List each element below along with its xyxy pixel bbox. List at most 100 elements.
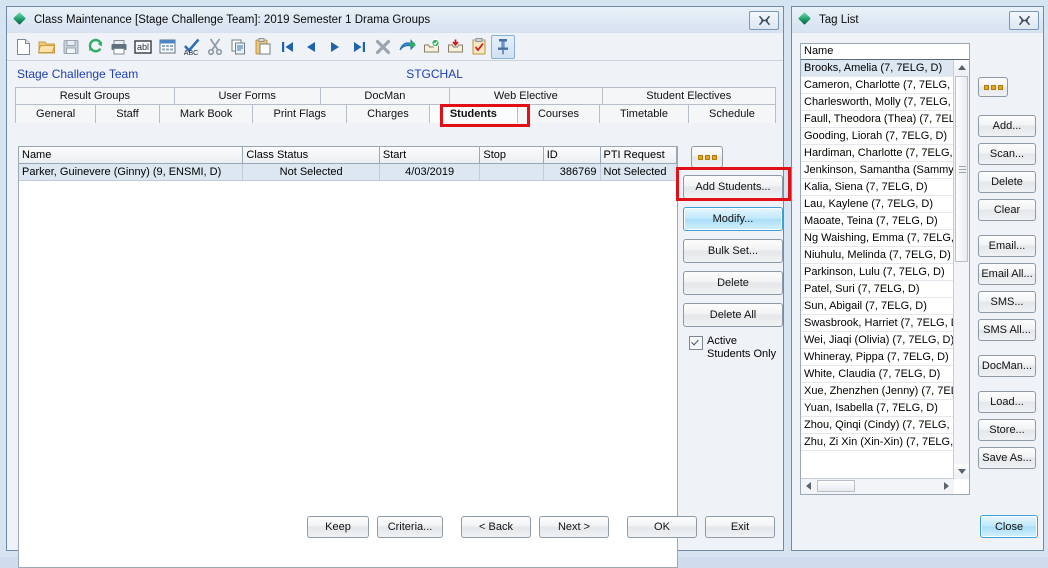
list-item[interactable]: Niuhulu, Melinda (7, 7ELG, D) — [801, 247, 969, 264]
tag-more-options-button[interactable] — [978, 77, 1008, 97]
tag-sms-button[interactable]: SMS... — [978, 291, 1036, 313]
label-icon[interactable]: abl — [131, 35, 155, 59]
list-item[interactable]: White, Claudia (7, 7ELG, D) — [801, 366, 969, 383]
tag-delete-button[interactable]: Delete — [978, 171, 1036, 193]
list-item[interactable]: Sun, Abigail (7, 7ELG, D) — [801, 298, 969, 315]
tab-schedule[interactable]: Schedule — [687, 104, 776, 123]
tag-store-button[interactable]: Store... — [978, 419, 1036, 441]
delete-button[interactable]: Delete — [683, 271, 783, 295]
tab-upper-web-elective[interactable]: Web Elective — [449, 87, 603, 104]
tag-add-button[interactable]: Add... — [978, 115, 1036, 137]
pin-icon[interactable] — [491, 34, 515, 59]
tag-docman-button[interactable]: DocMan... — [978, 355, 1036, 377]
column-header-class-status[interactable]: Class Status — [242, 147, 380, 164]
tab-staff[interactable]: Staff — [95, 104, 160, 123]
scroll-right-arrow-icon[interactable] — [939, 479, 954, 493]
list-item[interactable]: Swasbrook, Harriet (7, 7ELG, D) — [801, 315, 969, 332]
tab-upper-user-forms[interactable]: User Forms — [173, 87, 321, 104]
keep-button[interactable]: Keep — [307, 516, 369, 538]
delete-all-button[interactable]: Delete All — [683, 303, 783, 327]
list-item[interactable]: Gooding, Liorah (7, 7ELG, D) — [801, 128, 969, 145]
list-item[interactable]: Patel, Suri (7, 7ELG, D) — [801, 281, 969, 298]
report-icon[interactable] — [155, 35, 179, 59]
tag-list-horizontal-scrollbar[interactable] — [801, 478, 954, 494]
column-header-stop[interactable]: Stop — [479, 147, 544, 164]
list-item[interactable]: Zhu, Zi Xin (Xin-Xin) (7, 7ELG, D) — [801, 434, 969, 451]
tag-list-listbox[interactable]: Name Brooks, Amelia (7, 7ELG, D) Cameron,… — [800, 43, 970, 495]
tag-list-close-button[interactable] — [1009, 10, 1039, 30]
back-button[interactable]: < Back — [461, 516, 531, 538]
tag-scan-button[interactable]: Scan... — [978, 143, 1036, 165]
next-record-icon[interactable] — [323, 35, 347, 59]
tag-clear-button[interactable]: Clear — [978, 199, 1036, 221]
tab-mark-book[interactable]: Mark Book — [158, 104, 254, 123]
tag-list-vertical-scrollbar[interactable] — [953, 60, 969, 479]
scroll-down-arrow-icon[interactable] — [954, 464, 969, 479]
table-row[interactable]: Parker, Guinevere (Ginny) (9, ENSMI, D) N… — [19, 163, 677, 181]
list-item[interactable]: Hardiman, Charlotte (7, 7ELG, D) — [801, 145, 969, 162]
tag-list-close-action-button[interactable]: Close — [980, 515, 1038, 538]
tab-courses[interactable]: Courses — [516, 104, 600, 123]
list-item[interactable]: Whineray, Pippa (7, 7ELG, D) — [801, 349, 969, 366]
bulk-set-button[interactable]: Bulk Set... — [683, 239, 783, 263]
first-record-icon[interactable] — [275, 35, 299, 59]
spellcheck-icon[interactable]: ABC — [179, 35, 203, 59]
add-students-button[interactable]: Add Students... — [683, 175, 783, 199]
refresh-icon[interactable] — [83, 35, 107, 59]
list-item[interactable]: Brooks, Amelia (7, 7ELG, D) — [801, 60, 969, 77]
horizontal-scroll-thumb[interactable] — [817, 480, 855, 492]
list-item[interactable]: Xue, Zhenzhen (Jenny) (7, 7ELG, D) — [801, 383, 969, 400]
tab-students[interactable]: Students — [428, 104, 518, 123]
list-item[interactable]: Lau, Kaylene (7, 7ELG, D) — [801, 196, 969, 213]
print-icon[interactable] — [107, 35, 131, 59]
tag-load-button[interactable]: Load... — [978, 391, 1036, 413]
list-item[interactable]: Maoate, Teina (7, 7ELG, D) — [801, 213, 969, 230]
checklist-icon[interactable] — [467, 35, 491, 59]
list-item[interactable]: Faull, Theodora (Thea) (7, 7ELG, D) — [801, 111, 969, 128]
tag-email-all-button[interactable]: Email All... — [978, 263, 1036, 285]
list-item[interactable]: Yuan, Isabella (7, 7ELG, D) — [801, 400, 969, 417]
column-header-start[interactable]: Start — [379, 147, 481, 164]
save-icon[interactable] — [59, 35, 83, 59]
tab-upper-docman[interactable]: DocMan — [319, 87, 451, 104]
vertical-scroll-thumb[interactable] — [955, 76, 968, 262]
list-item[interactable]: Jenkinson, Samantha (Sammy) (7, 7ELG, D) — [801, 162, 969, 179]
tab-upper-result-groups[interactable]: Result Groups — [15, 87, 175, 104]
column-header-pti-request[interactable]: PTI Request — [600, 147, 677, 164]
column-header-name[interactable]: Name — [19, 147, 244, 164]
tag-sms-all-button[interactable]: SMS All... — [978, 319, 1036, 341]
exit-button[interactable]: Exit — [705, 516, 775, 538]
inbox-check-icon[interactable] — [419, 35, 443, 59]
more-options-button[interactable] — [691, 146, 723, 168]
list-item[interactable]: Ng Waishing, Emma (7, 7ELG, D) — [801, 230, 969, 247]
new-icon[interactable] — [11, 35, 35, 59]
export-icon[interactable] — [395, 35, 419, 59]
list-item[interactable]: Wei, Jiaqi (Olivia) (7, 7ELG, D) — [801, 332, 969, 349]
tab-charges[interactable]: Charges — [346, 104, 430, 123]
tab-upper-student-electives[interactable]: Student Electives — [601, 87, 776, 104]
delete-record-icon[interactable] — [371, 35, 395, 59]
scroll-left-arrow-icon[interactable] — [801, 479, 816, 493]
last-record-icon[interactable] — [347, 35, 371, 59]
tag-email-button[interactable]: Email... — [978, 235, 1036, 257]
active-students-only-checkbox[interactable]: Active Students Only — [689, 335, 791, 361]
tab-general[interactable]: General — [15, 104, 97, 123]
previous-record-icon[interactable] — [299, 35, 323, 59]
criteria-button[interactable]: Criteria... — [377, 516, 443, 538]
copy-icon[interactable] — [227, 35, 251, 59]
list-item[interactable]: Parkinson, Lulu (7, 7ELG, D) — [801, 264, 969, 281]
scroll-up-arrow-icon[interactable] — [954, 60, 969, 75]
ok-button[interactable]: OK — [627, 516, 697, 538]
list-item[interactable]: Zhou, Qinqi (Cindy) (7, 7ELG, D) — [801, 417, 969, 434]
modify-button[interactable]: Modify... — [683, 207, 783, 231]
column-header-id[interactable]: ID — [543, 147, 601, 164]
list-item[interactable]: Kalia, Siena (7, 7ELG, D) — [801, 179, 969, 196]
next-button[interactable]: Next > — [539, 516, 609, 538]
students-grid[interactable]: Name Class Status Start Stop ID PTI Request P… — [18, 146, 678, 568]
paste-icon[interactable] — [251, 35, 275, 59]
tag-save-as-button[interactable]: Save As... — [978, 447, 1036, 469]
open-folder-icon[interactable] — [35, 35, 59, 59]
list-item[interactable]: Charlesworth, Molly (7, 7ELG, D) — [801, 94, 969, 111]
tab-print-flags[interactable]: Print Flags — [252, 104, 348, 123]
inbox-down-icon[interactable] — [443, 35, 467, 59]
